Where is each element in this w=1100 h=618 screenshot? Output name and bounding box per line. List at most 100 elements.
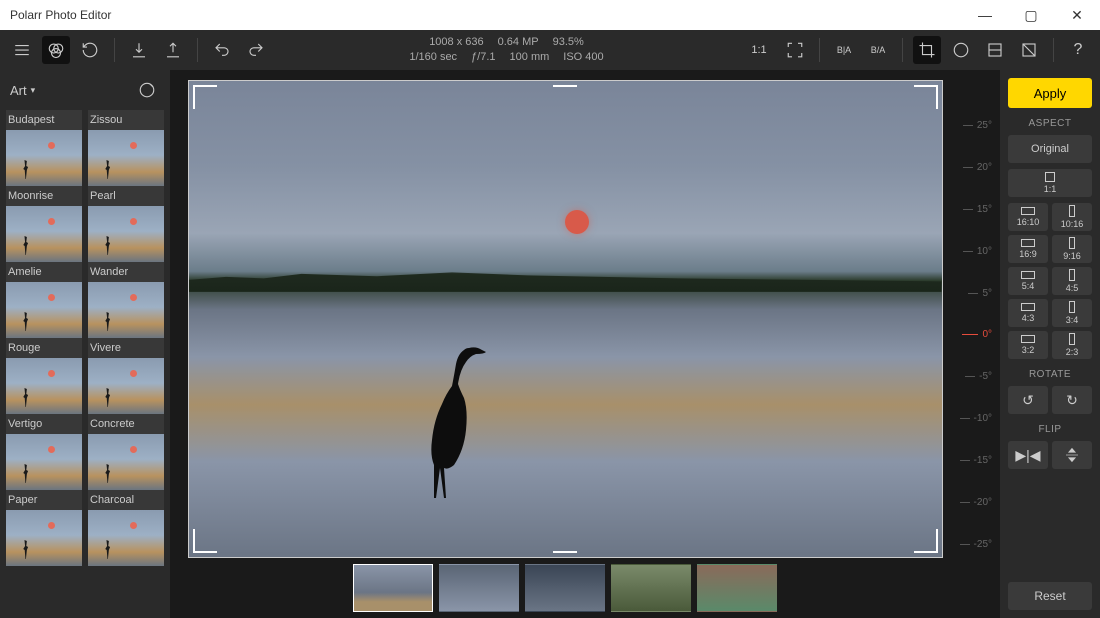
image-preview[interactable] <box>188 80 943 558</box>
aspect-16to9-button[interactable]: 16:9 <box>1008 235 1048 263</box>
crop-handle-tl[interactable] <box>193 85 217 109</box>
angle-tick: 0° <box>950 329 992 340</box>
app-title: Polarr Photo Editor <box>10 8 972 22</box>
minimize-button[interactable]: ― <box>972 7 998 24</box>
aspect-5to4-button[interactable]: 5:4 <box>1008 267 1048 295</box>
filter-item[interactable]: Rouge <box>6 338 82 414</box>
export-button[interactable] <box>159 36 187 64</box>
meta-focal: 100 mm <box>510 50 550 65</box>
filter-item[interactable]: Pearl <box>88 186 164 262</box>
crop-handle-bm[interactable] <box>553 547 577 553</box>
image-metadata: 1008 x 636 0.64 MP 93.5% 1/160 sec ƒ/7.1… <box>276 35 737 66</box>
apply-button[interactable]: Apply <box>1008 78 1092 108</box>
maximize-button[interactable]: ▢ <box>1018 7 1044 24</box>
titlebar: Polarr Photo Editor ― ▢ ✕ <box>0 0 1100 30</box>
compare-before-button[interactable]: B|A <box>830 36 858 64</box>
crop-handle-tr[interactable] <box>914 85 938 109</box>
filter-item[interactable]: Vivere <box>88 338 164 414</box>
filter-thumb <box>88 434 164 490</box>
filter-item[interactable]: Concrete <box>88 414 164 490</box>
rotation-scale[interactable]: 25°20°15°10°5°0°-5°-10°-15°-20°-25° <box>950 120 992 550</box>
filter-category-dropdown[interactable]: Art ▾ <box>10 83 134 98</box>
filter-thumb <box>6 282 82 338</box>
filters-button[interactable] <box>42 36 70 64</box>
denoise-tool-button[interactable] <box>1015 36 1043 64</box>
heron-silhouette <box>414 340 494 500</box>
filter-item[interactable]: Wander <box>88 262 164 338</box>
filter-thumb <box>88 282 164 338</box>
reset-button[interactable]: Reset <box>1008 582 1092 610</box>
filter-label: Paper <box>6 490 82 510</box>
crop-handle-bl[interactable] <box>193 529 217 553</box>
meta-shutter: 1/160 sec <box>409 50 457 65</box>
menu-button[interactable] <box>8 36 36 64</box>
chevron-down-icon: ▾ <box>31 85 36 96</box>
filter-thumb <box>6 434 82 490</box>
rotate-cw-button[interactable]: ↻ <box>1052 386 1092 414</box>
flip-horizontal-button[interactable]: ▶|◀ <box>1008 441 1048 469</box>
radial-tool-button[interactable] <box>947 36 975 64</box>
toolbar: 1008 x 636 0.64 MP 93.5% 1/160 sec ƒ/7.1… <box>0 30 1100 70</box>
scale-1to1-button[interactable]: 1:1 <box>743 36 775 64</box>
window-controls: ― ▢ ✕ <box>972 7 1090 24</box>
redo-button[interactable] <box>242 36 270 64</box>
angle-tick: 5° <box>950 288 992 299</box>
angle-tick: 10° <box>950 246 992 257</box>
filter-label: Pearl <box>88 186 164 206</box>
angle-tick: 25° <box>950 120 992 131</box>
crop-handle-br[interactable] <box>914 529 938 553</box>
filmstrip-thumb[interactable] <box>611 564 691 612</box>
meta-zoom: 93.5% <box>553 35 584 50</box>
filter-item[interactable]: Zissou <box>88 110 164 186</box>
aspect-4to3-button[interactable]: 4:3 <box>1008 299 1048 327</box>
add-filter-button[interactable] <box>134 77 160 103</box>
angle-tick: -5° <box>950 371 992 382</box>
filters-panel: Art ▾ Budapest Zissou Moonrise Pearl Amelie W… <box>0 70 170 618</box>
crop-handle-tm[interactable] <box>553 85 577 91</box>
filter-item[interactable]: Paper <box>6 490 82 566</box>
filter-item[interactable]: Budapest <box>6 110 82 186</box>
angle-tick: -25° <box>950 539 992 550</box>
aspect-original-button[interactable]: Original <box>1008 135 1092 163</box>
fit-screen-button[interactable] <box>781 36 809 64</box>
filter-label: Wander <box>88 262 164 282</box>
filter-item[interactable]: Amelie <box>6 262 82 338</box>
filter-item[interactable]: Vertigo <box>6 414 82 490</box>
filter-item[interactable]: Moonrise <box>6 186 82 262</box>
filmstrip-thumb[interactable] <box>525 564 605 612</box>
aspect-3to4-button[interactable]: 3:4 <box>1052 299 1092 327</box>
close-button[interactable]: ✕ <box>1064 7 1090 24</box>
history-button[interactable] <box>76 36 104 64</box>
filter-label: Concrete <box>88 414 164 434</box>
crop-tool-button[interactable] <box>913 36 941 64</box>
filter-label: Vivere <box>88 338 164 358</box>
filter-label: Budapest <box>6 110 82 130</box>
filter-item[interactable]: Charcoal <box>88 490 164 566</box>
aspect-4to5-button[interactable]: 4:5 <box>1052 267 1092 295</box>
gradient-tool-button[interactable] <box>981 36 1009 64</box>
aspect-9to16-button[interactable]: 9:16 <box>1052 235 1092 263</box>
undo-button[interactable] <box>208 36 236 64</box>
meta-dimensions: 1008 x 636 <box>429 35 483 50</box>
import-button[interactable] <box>125 36 153 64</box>
angle-tick: -10° <box>950 413 992 424</box>
flip-vertical-button[interactable] <box>1052 441 1092 469</box>
aspect-10to16-button[interactable]: 10:16 <box>1052 203 1092 231</box>
filter-thumb <box>6 206 82 262</box>
filter-label: Zissou <box>88 110 164 130</box>
aspect-1to1-button[interactable]: 1:1 <box>1008 169 1092 197</box>
filter-thumb <box>6 130 82 186</box>
filmstrip-thumb[interactable] <box>353 564 433 612</box>
meta-megapixels: 0.64 MP <box>498 35 539 50</box>
aspect-3to2-button[interactable]: 3:2 <box>1008 331 1048 359</box>
filter-thumb <box>88 130 164 186</box>
aspect-16to10-button[interactable]: 16:10 <box>1008 203 1048 231</box>
rotate-ccw-button[interactable]: ↺ <box>1008 386 1048 414</box>
aspect-2to3-button[interactable]: 2:3 <box>1052 331 1092 359</box>
filter-thumb <box>6 510 82 566</box>
compare-split-button[interactable]: B/A <box>864 36 892 64</box>
angle-tick: 15° <box>950 204 992 215</box>
help-button[interactable]: ? <box>1064 36 1092 64</box>
filmstrip-thumb[interactable] <box>697 564 777 612</box>
filmstrip-thumb[interactable] <box>439 564 519 612</box>
